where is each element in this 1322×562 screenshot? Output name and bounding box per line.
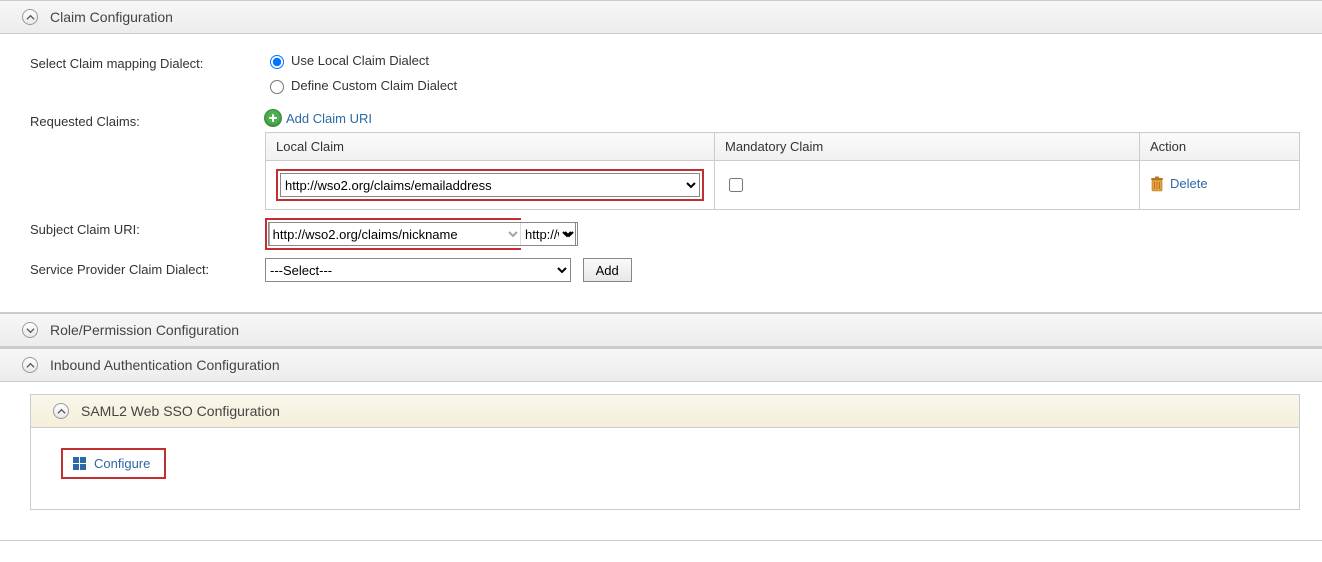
dialect-row: Select Claim mapping Dialect: Use Local … — [30, 52, 1300, 102]
subject-claim-row: Subject Claim URI: http://wso2.org/claim… — [30, 218, 1300, 250]
radio-local-dialect-input[interactable] — [270, 55, 284, 69]
add-claim-uri-label: Add Claim URI — [286, 111, 372, 126]
radio-local-dialect-label: Use Local Claim Dialect — [291, 53, 429, 68]
radio-custom-dialect-input[interactable] — [270, 80, 284, 94]
requested-claims-table: Local Claim Mandatory Claim Action http:… — [265, 132, 1300, 210]
claim-configuration-section: Claim Configuration Select Claim mapping… — [0, 0, 1322, 313]
section-title: Claim Configuration — [50, 9, 173, 25]
configure-highlight: Configure — [61, 448, 166, 479]
sp-dialect-select[interactable]: ---Select--- — [265, 258, 571, 282]
role-permission-header[interactable]: Role/Permission Configuration — [0, 314, 1322, 347]
sp-dialect-row: Service Provider Claim Dialect: ---Selec… — [30, 258, 1300, 282]
section-title: Role/Permission Configuration — [50, 322, 239, 338]
sp-dialect-label: Service Provider Claim Dialect: — [30, 258, 265, 277]
chevron-up-icon — [22, 9, 38, 25]
chevron-up-icon — [53, 403, 69, 419]
chevron-up-icon — [22, 357, 38, 373]
saml2-body: Configure — [31, 428, 1299, 509]
requested-claims-label: Requested Claims: — [30, 110, 265, 129]
table-row: http://wso2.org/claims/emailaddress — [266, 161, 1300, 210]
inbound-auth-header[interactable]: Inbound Authentication Configuration — [0, 349, 1322, 382]
local-claim-highlight: http://wso2.org/claims/emailaddress — [276, 169, 704, 201]
claim-configuration-body: Select Claim mapping Dialect: Use Local … — [0, 34, 1322, 312]
claim-configuration-header[interactable]: Claim Configuration — [0, 1, 1322, 34]
radio-custom-dialect-label: Define Custom Claim Dialect — [291, 78, 457, 93]
th-local-claim: Local Claim — [266, 133, 715, 161]
delete-claim-button[interactable]: Delete — [1150, 176, 1208, 192]
section-title: SAML2 Web SSO Configuration — [81, 403, 280, 419]
radio-local-dialect[interactable]: Use Local Claim Dialect — [265, 52, 1300, 69]
local-claim-select[interactable]: http://wso2.org/claims/emailaddress — [280, 173, 700, 197]
plus-icon — [265, 110, 281, 126]
role-permission-section: Role/Permission Configuration — [0, 313, 1322, 348]
inbound-auth-body: SAML2 Web SSO Configuration Configure — [0, 382, 1322, 540]
th-mandatory-claim: Mandatory Claim — [715, 133, 1140, 161]
requested-claims-row: Requested Claims: Add Claim URI Local Cl… — [30, 110, 1300, 210]
inbound-auth-section: Inbound Authentication Configuration SAM… — [0, 348, 1322, 541]
subject-claim-select-real[interactable]: http://wso2.org/claims/nickname — [268, 222, 578, 246]
delete-label: Delete — [1170, 176, 1208, 191]
radio-custom-dialect[interactable]: Define Custom Claim Dialect — [265, 77, 1300, 94]
saml2-section: SAML2 Web SSO Configuration Configure — [30, 394, 1300, 510]
th-action: Action — [1140, 133, 1300, 161]
mandatory-claim-checkbox[interactable] — [729, 178, 743, 192]
configure-label: Configure — [94, 456, 150, 471]
configure-link[interactable]: Configure — [73, 456, 150, 471]
saml2-header[interactable]: SAML2 Web SSO Configuration — [31, 395, 1299, 428]
trash-icon — [1150, 176, 1164, 192]
add-sp-dialect-button[interactable]: Add — [583, 258, 632, 282]
dialect-label: Select Claim mapping Dialect: — [30, 52, 265, 71]
add-claim-uri-link[interactable]: Add Claim URI — [265, 110, 372, 126]
grid-icon — [73, 457, 86, 470]
chevron-down-icon — [22, 322, 38, 338]
subject-claim-label: Subject Claim URI: — [30, 218, 265, 237]
section-title: Inbound Authentication Configuration — [50, 357, 280, 373]
